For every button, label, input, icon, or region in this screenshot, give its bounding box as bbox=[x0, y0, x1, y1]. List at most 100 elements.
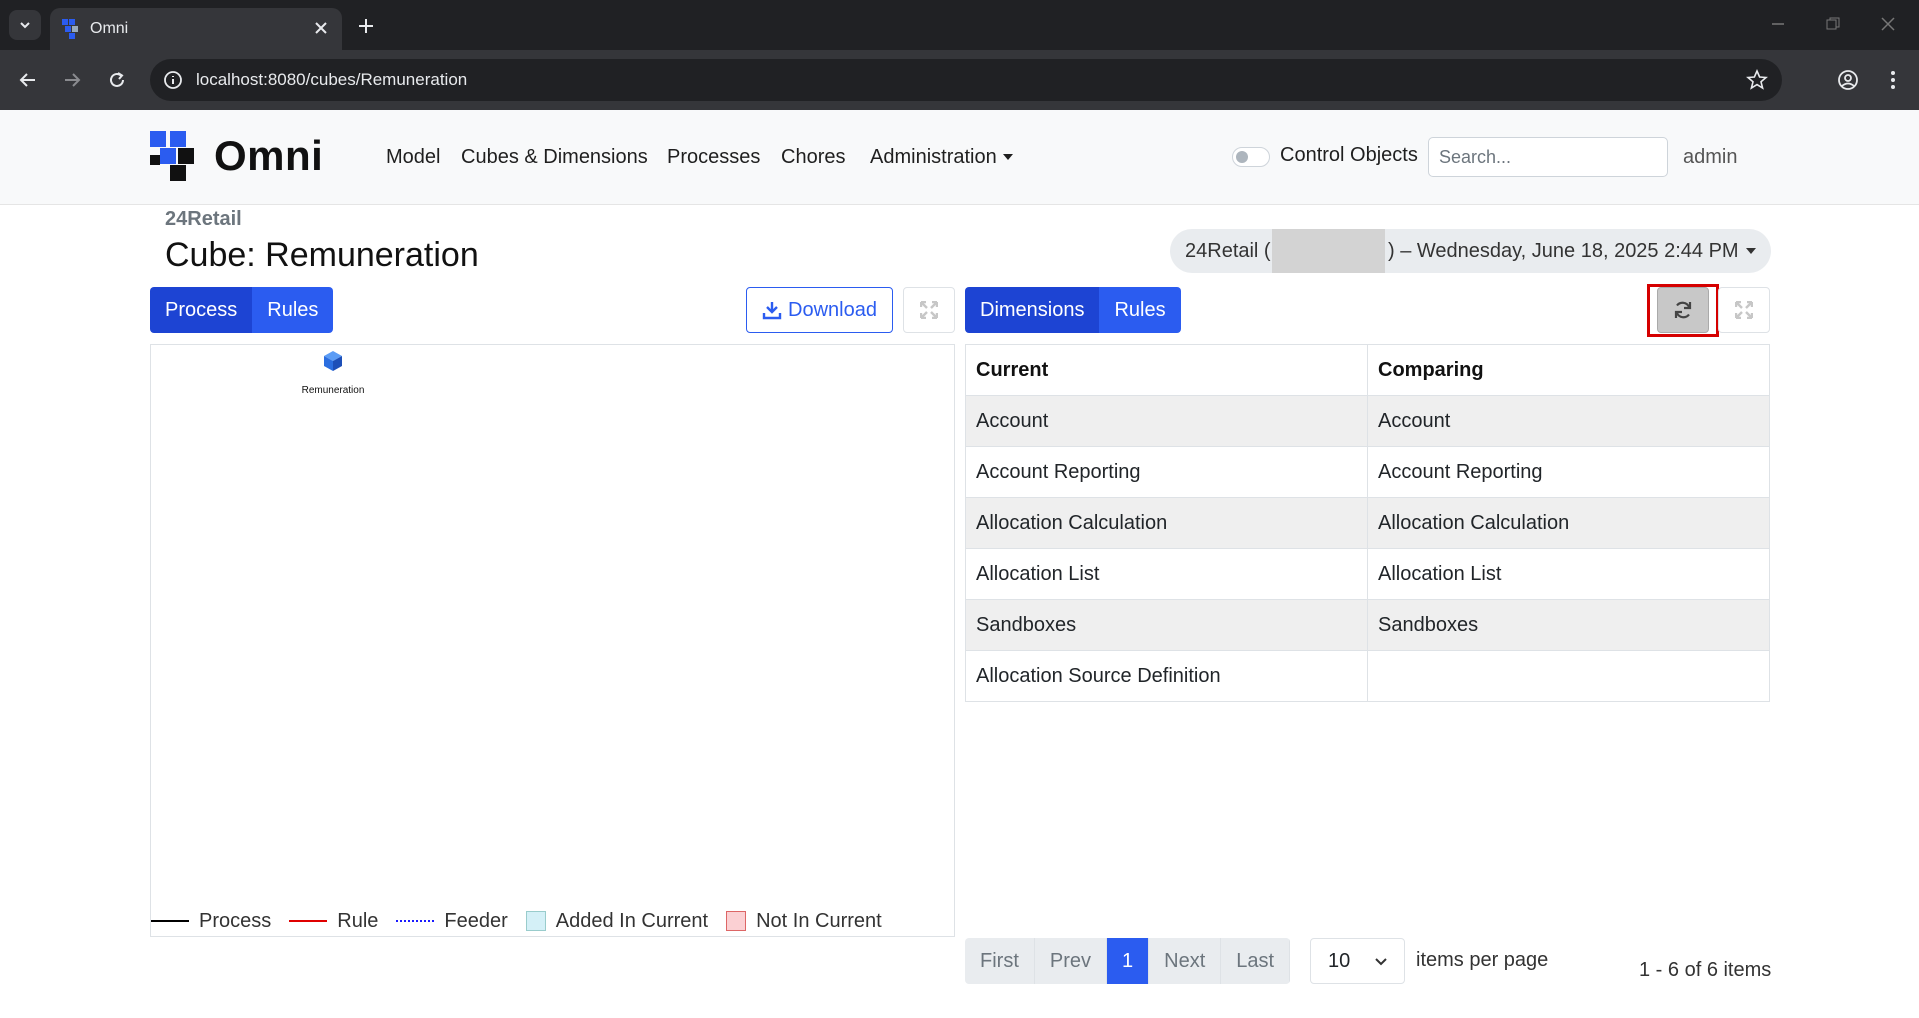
legend-label: Not In Current bbox=[756, 909, 882, 932]
profile-icon bbox=[1838, 70, 1858, 90]
user-menu[interactable]: admin bbox=[1683, 146, 1737, 169]
left-expand-button[interactable] bbox=[903, 287, 955, 333]
close-icon bbox=[1881, 17, 1895, 31]
cell-comparing: Allocation List bbox=[1367, 548, 1770, 600]
nav-chores[interactable]: Chores bbox=[781, 146, 845, 169]
info-icon bbox=[164, 71, 182, 89]
pager-first-button[interactable]: First bbox=[965, 938, 1035, 984]
browser-tabstrip: Omni bbox=[0, 0, 1919, 50]
table-row[interactable]: Account Account bbox=[965, 395, 1770, 447]
download-icon bbox=[762, 302, 782, 320]
star-icon[interactable] bbox=[1746, 69, 1768, 91]
browser-tab[interactable]: Omni bbox=[50, 8, 342, 50]
expand-icon bbox=[1735, 301, 1753, 319]
legend-box-not-in-current bbox=[726, 911, 747, 931]
column-header-comparing[interactable]: Comparing bbox=[1367, 344, 1770, 396]
brand-link[interactable]: Omni bbox=[150, 130, 323, 182]
nav-processes[interactable]: Processes bbox=[667, 146, 760, 169]
dependency-graph[interactable]: Remuneration Process Rule Feeder Added I… bbox=[150, 344, 955, 937]
omni-logo-icon bbox=[150, 131, 194, 181]
control-objects-toggle[interactable] bbox=[1232, 147, 1270, 167]
legend-box-added bbox=[525, 911, 546, 931]
table-row[interactable]: Allocation Source Definition bbox=[965, 650, 1770, 702]
table-row[interactable]: Sandboxes Sandboxes bbox=[965, 599, 1770, 651]
pager-prev-button[interactable]: Prev bbox=[1034, 938, 1108, 984]
pager-page-1[interactable]: 1 bbox=[1107, 938, 1150, 984]
nav-cubes-dimensions[interactable]: Cubes & Dimensions bbox=[461, 146, 648, 169]
legend-line-rule bbox=[289, 920, 328, 922]
legend-not-in-current: Not In Current bbox=[726, 910, 882, 933]
download-button[interactable]: Download bbox=[746, 287, 893, 333]
tab-process[interactable]: Process bbox=[150, 287, 253, 333]
download-label: Download bbox=[788, 298, 877, 321]
items-per-page-value: 10 bbox=[1328, 949, 1351, 972]
graph-node-remuneration[interactable]: Remuneration bbox=[283, 350, 383, 396]
context-date: ) – Wednesday, June 18, 2025 2:44 PM bbox=[1388, 240, 1739, 262]
forward-button[interactable] bbox=[56, 64, 88, 96]
pagination: First Prev 1 Next Last bbox=[965, 938, 1291, 984]
legend-line-process bbox=[151, 920, 189, 922]
tab-search-button[interactable] bbox=[9, 10, 41, 40]
tab-dimensions[interactable]: Dimensions bbox=[965, 287, 1100, 333]
control-objects-label: Control Objects bbox=[1280, 144, 1418, 166]
table-row[interactable]: Allocation Calculation Allocation Calcul… bbox=[965, 497, 1770, 549]
cell-current: Allocation Calculation bbox=[965, 497, 1368, 549]
cube-icon bbox=[324, 351, 342, 371]
cell-comparing: Account bbox=[1367, 395, 1770, 447]
tab-title: Omni bbox=[90, 20, 129, 37]
legend-rule: Rule bbox=[289, 910, 378, 933]
arrow-right-icon bbox=[65, 73, 81, 87]
items-per-page-select[interactable]: 10 bbox=[1310, 938, 1405, 984]
legend-feeder: Feeder bbox=[396, 909, 508, 933]
reload-icon bbox=[110, 72, 124, 87]
legend-label: Feeder bbox=[444, 909, 508, 932]
dimensions-table: Current Comparing Account Account Accoun… bbox=[965, 344, 1770, 702]
cell-current: Allocation Source Definition bbox=[965, 650, 1368, 702]
search-input[interactable] bbox=[1428, 137, 1668, 177]
table-header-row: Current Comparing bbox=[965, 344, 1770, 396]
minimize-button[interactable] bbox=[1755, 8, 1801, 40]
table-row[interactable]: Account Reporting Account Reporting bbox=[965, 446, 1770, 498]
minimize-icon bbox=[1772, 23, 1784, 25]
chevron-down-icon bbox=[1375, 958, 1387, 966]
toggle-knob bbox=[1236, 151, 1248, 163]
nav-model[interactable]: Model bbox=[386, 146, 440, 169]
reload-button[interactable] bbox=[101, 64, 133, 96]
pager-next-button[interactable]: Next bbox=[1149, 938, 1222, 984]
node-label: Remuneration bbox=[301, 385, 365, 396]
profile-button[interactable] bbox=[1832, 64, 1864, 96]
tab-close-button[interactable] bbox=[310, 17, 332, 39]
legend-line-feeder bbox=[396, 920, 435, 922]
pager-range-text: 1 - 6 of 6 items bbox=[1639, 959, 1772, 981]
legend-label: Process bbox=[199, 909, 272, 932]
refresh-highlight-box bbox=[1647, 284, 1719, 337]
cell-current: Account bbox=[965, 395, 1368, 447]
legend-added: Added In Current bbox=[525, 909, 709, 933]
context-prefix: 24Retail ( bbox=[1185, 240, 1271, 262]
legend-process: Process bbox=[151, 910, 271, 933]
table-row[interactable]: Allocation List Allocation List bbox=[965, 548, 1770, 600]
cell-comparing: Allocation Calculation bbox=[1367, 497, 1770, 549]
column-header-current[interactable]: Current bbox=[965, 344, 1368, 396]
legend-label: Added In Current bbox=[555, 909, 709, 932]
url-text: localhost:8080/cubes/Remuneration bbox=[196, 70, 468, 89]
browser-menu-button[interactable] bbox=[1877, 64, 1909, 96]
pager-last-button[interactable]: Last bbox=[1221, 938, 1291, 984]
address-bar[interactable]: localhost:8080/cubes/Remuneration bbox=[150, 59, 1782, 101]
breadcrumb[interactable]: 24Retail bbox=[165, 208, 242, 231]
graph-legend: Process Rule Feeder Added In Current Not… bbox=[151, 908, 900, 934]
nav-administration-dropdown[interactable]: Administration bbox=[870, 146, 1013, 169]
tab-rules-left[interactable]: Rules bbox=[252, 287, 334, 333]
plus-icon bbox=[359, 19, 373, 33]
back-button[interactable] bbox=[12, 64, 44, 96]
window-close-button[interactable] bbox=[1865, 8, 1911, 40]
context-selector[interactable]: 24Retail ( ) – Wednesday, June 18, 2025 … bbox=[1170, 229, 1771, 273]
right-expand-button[interactable] bbox=[1718, 287, 1770, 333]
page-title: Cube: Remuneration bbox=[165, 236, 479, 274]
arrow-left-icon bbox=[19, 73, 35, 87]
new-tab-button[interactable] bbox=[352, 12, 380, 40]
restore-icon bbox=[1826, 17, 1840, 30]
tab-rules-right[interactable]: Rules bbox=[1099, 287, 1181, 333]
left-view-tabs: Process Rules bbox=[150, 287, 334, 333]
restore-button[interactable] bbox=[1810, 8, 1856, 40]
